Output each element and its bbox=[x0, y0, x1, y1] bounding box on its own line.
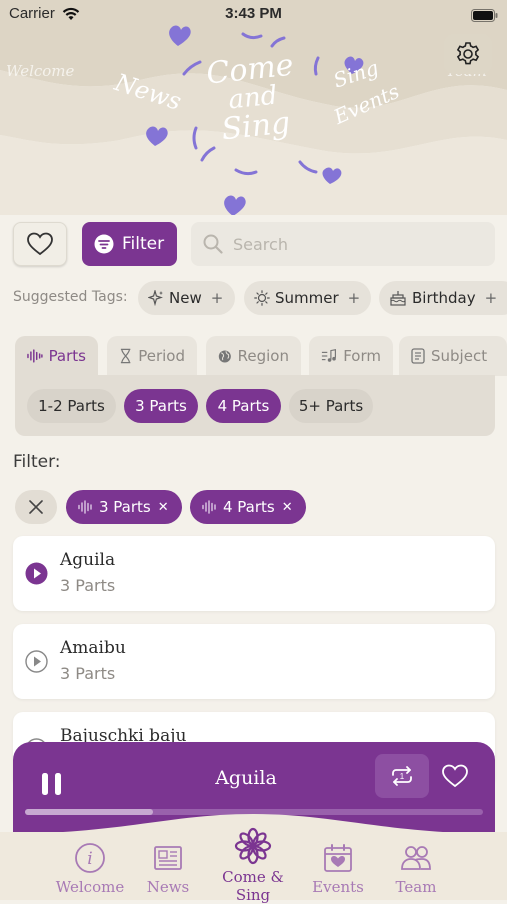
tag-new[interactable]: New + bbox=[138, 281, 235, 315]
tab-label: Parts bbox=[48, 347, 86, 365]
header-banner: Welcome News Sing Events Team Come and S… bbox=[0, 0, 507, 215]
song-card[interactable]: Aguila 3 Parts bbox=[13, 536, 495, 611]
waveform-icon bbox=[78, 500, 92, 514]
sparkles-icon bbox=[148, 290, 163, 306]
plus-icon: + bbox=[484, 289, 498, 307]
part-option-4[interactable]: 4 Parts bbox=[206, 389, 281, 423]
category-tabs: Parts Period Region Form Subject bbox=[15, 336, 507, 376]
tab-region[interactable]: Region bbox=[206, 336, 301, 376]
tab-label: Come & Sing bbox=[222, 868, 284, 904]
plus-icon: + bbox=[347, 289, 361, 307]
tab-label: Region bbox=[237, 347, 289, 365]
active-filter-label: 4 Parts bbox=[223, 498, 275, 516]
repeat-button[interactable]: 1 bbox=[375, 754, 429, 798]
tab-form[interactable]: Form bbox=[309, 336, 393, 376]
song-title: Aguila bbox=[60, 550, 116, 570]
tab-period[interactable]: Period bbox=[107, 336, 197, 376]
remove-filter-icon[interactable]: ✕ bbox=[282, 500, 293, 515]
globe-icon bbox=[218, 349, 231, 363]
svg-text:1: 1 bbox=[400, 772, 405, 781]
sun-icon bbox=[254, 290, 270, 306]
repeat-one-icon: 1 bbox=[392, 766, 412, 786]
clock: 3:43 PM bbox=[225, 5, 282, 22]
tab-label: Form bbox=[343, 347, 381, 365]
active-filter-chip[interactable]: 3 Parts ✕ bbox=[66, 490, 182, 524]
song-card[interactable]: Amaibu 3 Parts bbox=[13, 624, 495, 699]
music-note-icon bbox=[321, 348, 336, 362]
calendar-heart-icon bbox=[324, 844, 352, 872]
active-filter-chip[interactable]: 4 Parts ✕ bbox=[190, 490, 306, 524]
heart-outline-icon[interactable] bbox=[442, 764, 468, 788]
tab-label: News bbox=[146, 878, 190, 896]
tab-label: Welcome bbox=[55, 878, 125, 896]
cake-icon bbox=[390, 291, 406, 306]
waveform-icon bbox=[202, 500, 216, 514]
filter-label: Filter: bbox=[13, 452, 61, 472]
suggested-tags-label: Suggested Tags: bbox=[13, 289, 128, 305]
search-icon bbox=[203, 234, 223, 254]
waveform-icon bbox=[27, 349, 43, 363]
filter-icon bbox=[94, 234, 114, 254]
tab-bar: i Welcome News Come & Sing Events Team bbox=[0, 814, 507, 904]
filter-button-label: Filter bbox=[122, 234, 165, 254]
tab-label: Team bbox=[395, 878, 437, 896]
gear-icon bbox=[456, 42, 480, 65]
toolbar: Filter Search bbox=[13, 222, 495, 266]
filter-button[interactable]: Filter bbox=[82, 222, 177, 266]
header-word-welcome: Welcome bbox=[6, 62, 75, 80]
active-filter-label: 3 Parts bbox=[99, 498, 151, 516]
clear-filters-button[interactable] bbox=[15, 490, 57, 524]
people-icon bbox=[401, 846, 431, 870]
song-parts: 3 Parts bbox=[60, 664, 116, 683]
plus-icon: + bbox=[210, 289, 224, 307]
info-icon: i bbox=[75, 843, 105, 873]
newspaper-icon bbox=[154, 846, 182, 870]
remove-filter-icon[interactable]: ✕ bbox=[158, 500, 169, 515]
settings-button[interactable] bbox=[444, 34, 492, 74]
part-option-1-2[interactable]: 1-2 Parts bbox=[27, 389, 116, 423]
tab-label: Period bbox=[138, 347, 185, 365]
tag-label: Birthday bbox=[412, 289, 476, 307]
play-filled-icon[interactable] bbox=[25, 562, 48, 585]
tab-subject[interactable]: Subject bbox=[399, 336, 507, 376]
tab-parts[interactable]: Parts bbox=[15, 336, 98, 376]
search-placeholder: Search bbox=[233, 234, 288, 254]
logo: Come and Sing bbox=[199, 48, 308, 148]
tag-birthday[interactable]: Birthday + bbox=[379, 281, 507, 315]
active-filters: 3 Parts ✕ 4 Parts ✕ bbox=[15, 490, 495, 524]
song-title: Amaibu bbox=[60, 638, 126, 658]
tag-label: New bbox=[169, 289, 202, 307]
document-icon bbox=[411, 348, 425, 364]
hourglass-icon bbox=[120, 348, 131, 364]
svg-text:i: i bbox=[87, 849, 92, 869]
status-bar: Carrier 3:43 PM bbox=[0, 0, 507, 30]
part-option-5-plus[interactable]: 5+ Parts bbox=[289, 389, 373, 423]
tab-label: Subject bbox=[431, 347, 488, 365]
close-icon bbox=[29, 500, 43, 514]
search-input[interactable]: Search bbox=[191, 222, 495, 266]
tab-label: Events bbox=[312, 878, 364, 896]
favorites-button[interactable] bbox=[13, 222, 67, 266]
song-parts: 3 Parts bbox=[60, 576, 116, 595]
parts-options-panel: 1-2 Parts 3 Parts 4 Parts 5+ Parts bbox=[15, 375, 495, 436]
tag-label: Summer bbox=[275, 289, 339, 307]
suggested-tags: Suggested Tags: New + Summer + Birthday … bbox=[13, 281, 507, 315]
part-option-3[interactable]: 3 Parts bbox=[124, 389, 198, 423]
tag-summer[interactable]: Summer + bbox=[244, 281, 371, 315]
battery-icon bbox=[471, 7, 498, 26]
heart-outline-icon bbox=[27, 232, 53, 256]
play-outline-icon[interactable] bbox=[25, 650, 48, 673]
tab-team[interactable]: Team bbox=[366, 840, 466, 896]
flower-icon bbox=[234, 827, 272, 865]
